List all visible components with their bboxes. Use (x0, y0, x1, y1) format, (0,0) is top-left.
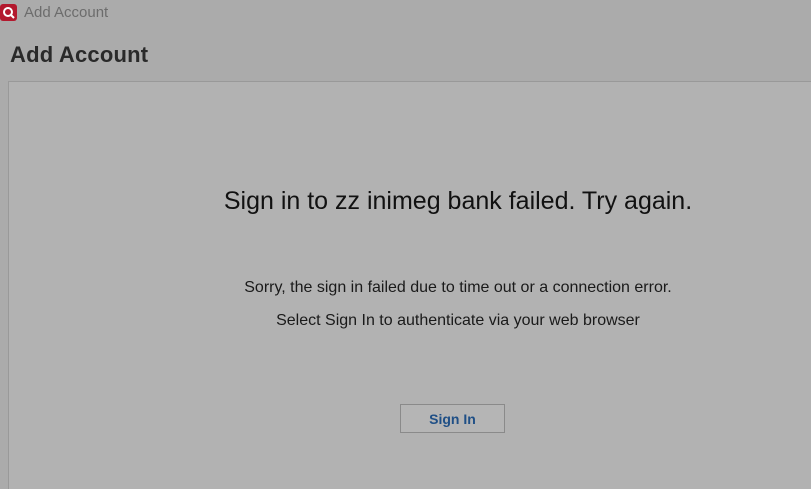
content-panel: Sign in to zz inimeg bank failed. Try ag… (8, 81, 811, 489)
title-bar: Add Account (0, 0, 811, 26)
app-logo-icon (0, 4, 17, 21)
error-heading: Sign in to zz inimeg bank failed. Try ag… (223, 187, 693, 215)
error-message-line-1: Sorry, the sign in failed due to time ou… (244, 279, 672, 296)
app-window: Add Account Add Account Sign in to zz in… (0, 0, 811, 489)
error-message-line-2: Select Sign In to authenticate via your … (276, 312, 640, 329)
sign-in-button[interactable]: Sign In (400, 404, 505, 433)
page-title: Add Account (10, 42, 149, 67)
window-title: Add Account (24, 4, 109, 21)
